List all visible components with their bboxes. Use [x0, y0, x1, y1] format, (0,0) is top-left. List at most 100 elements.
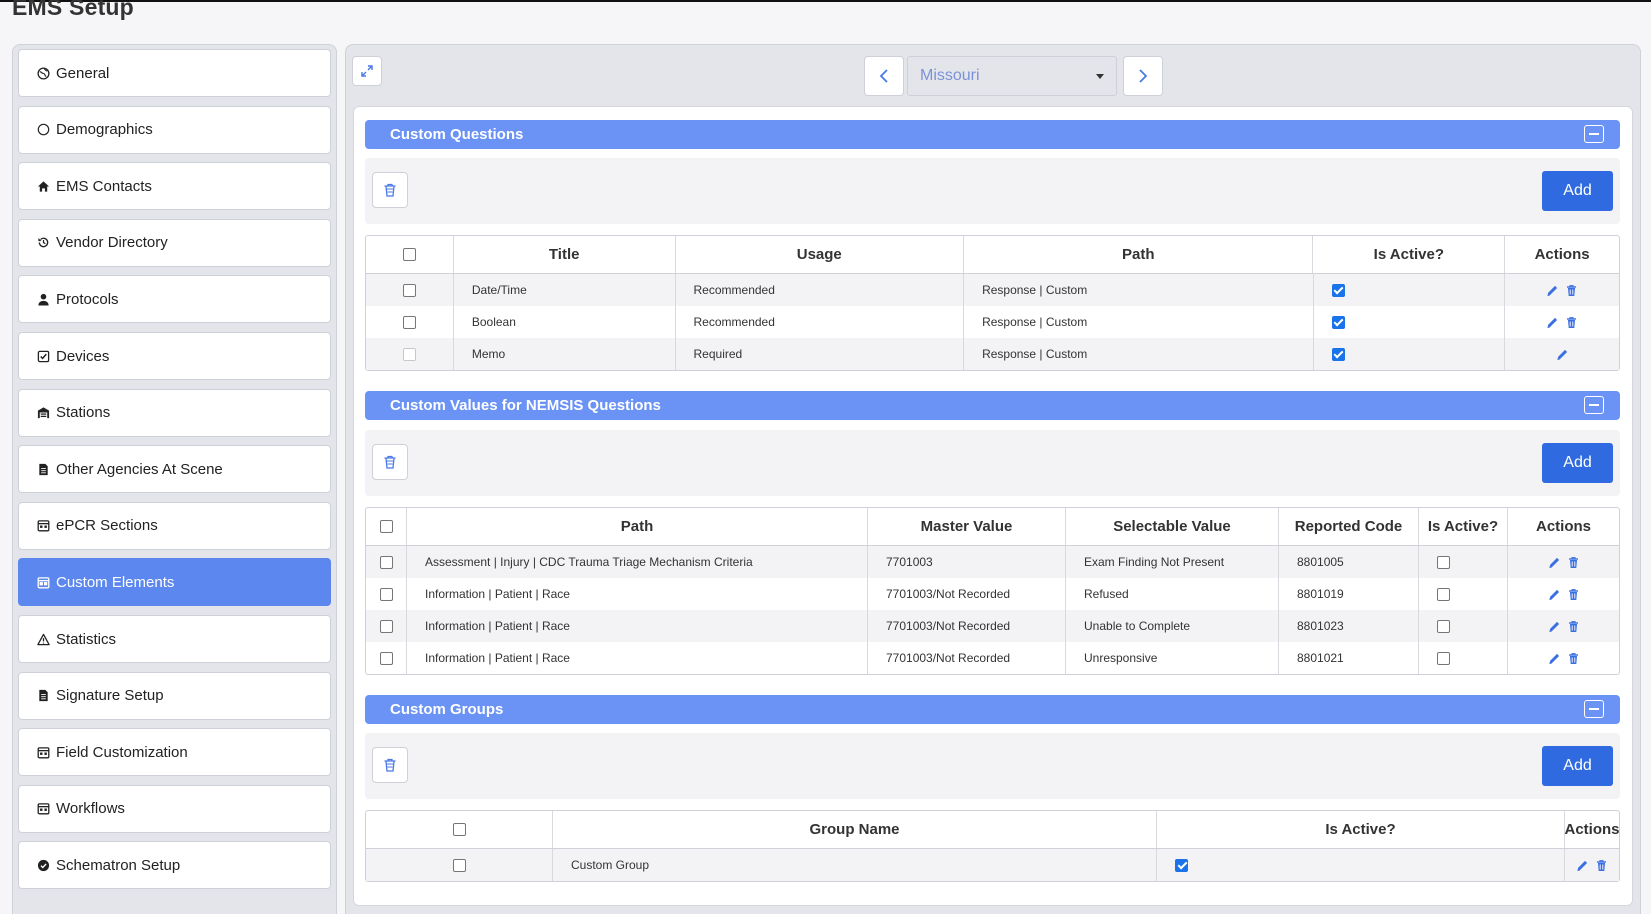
- trash-icon[interactable]: [1567, 652, 1580, 665]
- is-active-checkbox[interactable]: [1437, 587, 1450, 601]
- select-all-checkbox[interactable]: [452, 823, 466, 836]
- row-select-checkbox[interactable]: [379, 555, 393, 569]
- is-active-checkbox[interactable]: [1331, 347, 1345, 361]
- sidebar-item-label: Schematron Setup: [56, 856, 181, 874]
- sidebar-item-protocols[interactable]: Protocols: [18, 275, 331, 324]
- sidebar-item-workflows[interactable]: Workflows: [18, 784, 331, 833]
- history-icon: [36, 236, 50, 250]
- sidebar-item-demographics[interactable]: Demographics: [18, 105, 331, 154]
- column-header[interactable]: Actions: [1565, 811, 1620, 848]
- column-header[interactable]: Actions: [1505, 236, 1619, 273]
- sidebar-item-schematron-setup[interactable]: Schematron Setup: [18, 841, 331, 890]
- sidebar-item-label: Protocols: [56, 290, 119, 308]
- sidebar-item-custom-elements[interactable]: Custom Elements: [18, 558, 331, 607]
- sidebar-item-devices[interactable]: Devices: [18, 332, 331, 380]
- bulk-delete-button[interactable]: [372, 172, 408, 208]
- collapse-button[interactable]: [1584, 396, 1604, 414]
- row-select-checkbox[interactable]: [402, 315, 416, 329]
- add-custom-question-button[interactable]: Add: [1542, 171, 1613, 211]
- pencil-icon[interactable]: [1556, 348, 1569, 361]
- row-actions: [1508, 652, 1619, 665]
- pencil-icon[interactable]: [1546, 316, 1559, 329]
- next-state-button[interactable]: [1123, 56, 1163, 96]
- sidebar-item-vendor-directory[interactable]: Vendor Directory: [18, 218, 331, 267]
- sidebar-item-stations[interactable]: Stations: [18, 388, 331, 437]
- is-active-checkbox[interactable]: [1437, 651, 1450, 665]
- sidebar-item-label: Custom Elements: [56, 573, 175, 591]
- select-all-checkbox[interactable]: [402, 248, 416, 261]
- table-row: Information | Patient | Race 7701003/Not …: [366, 578, 1619, 610]
- is-active-checkbox[interactable]: [1331, 283, 1345, 297]
- column-header[interactable]: Is Active?: [1313, 236, 1506, 273]
- state-select[interactable]: Missouri: [907, 56, 1117, 96]
- reported-code-cell: 8801023: [1279, 610, 1419, 642]
- column-header[interactable]: Path: [964, 236, 1314, 273]
- column-header[interactable]: Usage: [676, 236, 965, 273]
- row-select-checkbox[interactable]: [379, 651, 393, 665]
- trash-icon[interactable]: [1565, 316, 1578, 329]
- table-header: Title Usage Path Is Active? Actions: [366, 236, 1619, 274]
- pencil-icon[interactable]: [1548, 556, 1561, 569]
- column-header[interactable]: Is Active?: [1157, 811, 1565, 848]
- expand-button[interactable]: [352, 56, 382, 86]
- trash-icon[interactable]: [1595, 859, 1608, 872]
- sidebar-item-field-customization[interactable]: Field Customization: [18, 728, 331, 777]
- sidebar-item-other-agencies-at-scene[interactable]: Other Agencies At Scene: [18, 445, 331, 494]
- bulk-delete-button[interactable]: [372, 747, 408, 783]
- custom-values-toolbar: Add: [365, 430, 1620, 496]
- trash-icon[interactable]: [1567, 588, 1580, 601]
- trash-icon[interactable]: [1567, 620, 1580, 633]
- expand-icon: [361, 65, 373, 77]
- row-select-checkbox[interactable]: [452, 858, 466, 872]
- chevron-right-icon: [1139, 69, 1148, 83]
- previous-state-button[interactable]: [864, 56, 904, 96]
- column-header[interactable]: Master Value: [868, 508, 1066, 545]
- select-all-checkbox[interactable]: [379, 520, 393, 533]
- row-select-checkbox[interactable]: [402, 283, 416, 297]
- column-header[interactable]: Path: [407, 508, 868, 545]
- row-select-checkbox[interactable]: [379, 619, 393, 633]
- column-header[interactable]: Selectable Value: [1066, 508, 1279, 545]
- column-header[interactable]: Title: [454, 236, 676, 273]
- table-row: Custom Group: [366, 849, 1619, 881]
- is-active-checkbox[interactable]: [1437, 619, 1450, 633]
- chevron-left-icon: [879, 69, 888, 83]
- sidebar-item-signature-setup[interactable]: Signature Setup: [18, 671, 331, 720]
- sidebar-item-ems-contacts[interactable]: EMS Contacts: [18, 162, 331, 211]
- column-header[interactable]: Is Active?: [1419, 508, 1508, 545]
- reported-code-cell: 8801005: [1279, 546, 1419, 578]
- sidebar-item-statistics[interactable]: Statistics: [18, 615, 331, 663]
- table-row: Information | Patient | Race 7701003/Not …: [366, 610, 1619, 642]
- bulk-delete-button[interactable]: [372, 444, 408, 480]
- table-row: Boolean Recommended Response | Custom: [366, 306, 1619, 338]
- collapse-button[interactable]: [1584, 125, 1604, 143]
- column-header[interactable]: Reported Code: [1279, 508, 1419, 545]
- is-active-checkbox[interactable]: [1175, 858, 1188, 872]
- add-custom-group-button[interactable]: Add: [1542, 746, 1613, 786]
- sidebar-item-label: General: [56, 64, 110, 82]
- is-active-checkbox[interactable]: [1437, 555, 1450, 569]
- pencil-icon[interactable]: [1576, 859, 1589, 872]
- section-title: Custom Groups: [390, 701, 504, 718]
- sidebar-item-general[interactable]: General: [18, 49, 331, 97]
- row-actions: [1508, 620, 1619, 633]
- pencil-icon[interactable]: [1548, 652, 1561, 665]
- trash-can-icon: [384, 455, 396, 469]
- add-custom-value-button[interactable]: Add: [1542, 443, 1613, 483]
- sidebar-item-label: Workflows: [56, 800, 125, 818]
- trash-icon[interactable]: [1567, 556, 1580, 569]
- trash-icon[interactable]: [1565, 284, 1578, 297]
- row-select-checkbox[interactable]: [379, 587, 393, 601]
- sidebar-item-epcr-sections[interactable]: ePCR Sections: [18, 501, 331, 550]
- column-header[interactable]: Group Name: [553, 811, 1157, 848]
- pencil-icon[interactable]: [1548, 588, 1561, 601]
- sidebar-item-label: Statistics: [56, 630, 117, 648]
- pencil-icon[interactable]: [1546, 284, 1559, 297]
- sidebar-item-label: Other Agencies At Scene: [56, 460, 223, 478]
- column-header[interactable]: Actions: [1508, 508, 1619, 545]
- collapse-button[interactable]: [1584, 700, 1604, 718]
- is-active-checkbox[interactable]: [1331, 315, 1345, 329]
- table-row: Information | Patient | Race 7701003/Not …: [366, 642, 1619, 674]
- pencil-icon[interactable]: [1548, 620, 1561, 633]
- trash-can-icon: [384, 183, 396, 197]
